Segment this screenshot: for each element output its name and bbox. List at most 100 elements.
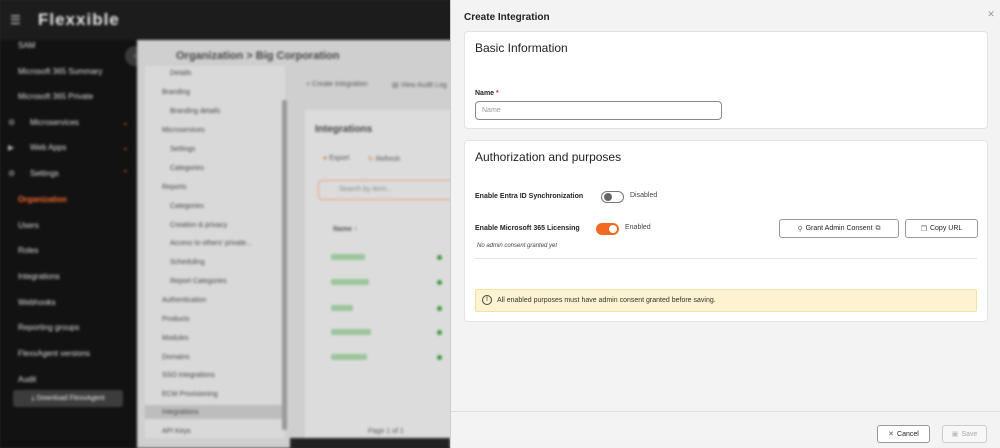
tree-item-integrations[interactable]: Integrations: [162, 409, 199, 416]
breadcrumb: Organization > Big Corporation: [176, 50, 340, 62]
sort-icon: ↑: [354, 226, 358, 233]
hamburger-menu-icon[interactable]: ☰: [10, 13, 21, 27]
tree-item[interactable]: Scheduling: [170, 259, 205, 266]
sidebar-item-microservices[interactable]: Microservices: [30, 118, 79, 127]
chevron-down-icon: ⌄: [122, 118, 129, 127]
basic-information-panel: Basic Information Name *: [464, 31, 988, 129]
settings-icon: ⚙: [8, 169, 16, 178]
save-button[interactable]: ▣ Save: [942, 425, 987, 443]
export-button[interactable]: ● Export: [323, 155, 349, 162]
tree-item[interactable]: Modules: [162, 335, 188, 342]
microservices-icon: ⚙: [8, 118, 16, 127]
chevron-down-icon: ⌄: [122, 143, 129, 152]
refresh-icon: ↻: [368, 156, 376, 163]
close-icon: ✕: [888, 431, 895, 438]
drawer-title: Create Integration: [464, 12, 550, 23]
settings-tree: [145, 66, 285, 438]
toggle-knob: [609, 225, 617, 233]
sidebar-item-webhooks[interactable]: Webhooks: [18, 298, 56, 307]
column-header-name[interactable]: Name ↑: [333, 226, 358, 233]
tree-item[interactable]: Categories: [170, 203, 204, 210]
sidebar-item-integrations[interactable]: Integrations: [18, 272, 60, 281]
sidebar-item[interactable]: Microsoft 365 Summary: [18, 67, 102, 76]
basic-information-heading: Basic Information: [475, 41, 568, 55]
refresh-button[interactable]: ↻ Refresh: [368, 155, 400, 163]
copy-icon: ❐: [920, 225, 927, 233]
footer-bar: [290, 438, 450, 448]
create-integration-button[interactable]: + Create integration: [306, 81, 368, 88]
main-sidebar: SAM Microsoft 365 Summary Microsoft 365 …: [0, 40, 137, 448]
close-icon[interactable]: ✕: [985, 8, 997, 20]
tree-item[interactable]: ECM Provisioning: [162, 391, 218, 398]
tree-scrollbar[interactable]: [282, 100, 287, 430]
divider: [475, 258, 977, 259]
search-input[interactable]: Search by term...: [318, 180, 458, 200]
status-dot: [437, 330, 442, 335]
consent-status-hint: No admin consent granted yet: [477, 243, 558, 249]
entra-sync-label: Enable Entra ID Synchronization: [475, 193, 584, 200]
m365-licensing-toggle[interactable]: [596, 223, 619, 235]
sidebar-item-roles[interactable]: Roles: [18, 246, 38, 255]
tree-item[interactable]: Authentication: [162, 297, 206, 304]
grant-admin-consent-button[interactable]: ⚲ Grant Admin Consent ⧉: [779, 219, 899, 238]
entra-sync-toggle[interactable]: [601, 191, 624, 203]
external-link-icon: ⧉: [875, 224, 881, 232]
tree-item[interactable]: Products: [162, 316, 190, 323]
table-row[interactable]: [331, 279, 369, 285]
required-mark: *: [496, 90, 499, 97]
document-icon: ▤: [392, 82, 401, 89]
table-row[interactable]: [331, 354, 367, 360]
copy-url-button[interactable]: ❐ Copy URL: [905, 219, 978, 238]
consent-warning-alert: ! All enabled purposes must have admin c…: [475, 289, 977, 312]
tree-item[interactable]: Creation & privacy: [170, 222, 227, 229]
key-icon: ⚲: [797, 225, 803, 233]
tree-item[interactable]: Categories: [170, 165, 204, 172]
table-row[interactable]: [331, 254, 365, 260]
app-logo: Flexxible: [38, 10, 120, 29]
download-icon: ⤓: [31, 395, 35, 402]
tree-item[interactable]: Report Categories: [170, 278, 227, 285]
chevron-up-icon: ⌃: [122, 169, 129, 178]
download-flexxagent-button[interactable]: ⤓ Download FlexxAgent: [13, 390, 123, 407]
tree-item[interactable]: Reports: [162, 184, 187, 191]
tree-item[interactable]: Microservices: [162, 127, 205, 134]
info-icon: !: [482, 295, 492, 305]
web-apps-icon: ▶: [8, 143, 15, 152]
sidebar-item-flexxagent-versions[interactable]: FlexxAgent versions: [18, 349, 90, 358]
sidebar-item-organization[interactable]: Organization: [18, 195, 67, 204]
authorization-heading: Authorization and purposes: [475, 150, 622, 164]
sidebar-item-users[interactable]: Users: [18, 221, 39, 230]
name-input[interactable]: [475, 101, 722, 120]
sidebar-item-web-apps[interactable]: Web Apps: [30, 143, 66, 152]
tree-item[interactable]: Domains: [162, 354, 190, 361]
sidebar-item-reporting-groups[interactable]: Reporting groups: [18, 323, 79, 332]
name-label: Name *: [475, 90, 499, 97]
sidebar-item-audit[interactable]: Audit: [18, 375, 36, 384]
sidebar-item-settings[interactable]: Settings: [30, 169, 59, 178]
tree-item[interactable]: Branding: [162, 89, 190, 96]
tree-item[interactable]: Access to others' private...: [170, 240, 252, 247]
sidebar-item[interactable]: SAM: [18, 41, 35, 50]
entra-sync-state: Disabled: [630, 192, 658, 199]
tree-item[interactable]: SSO integrations: [162, 372, 215, 379]
view-audit-log-button[interactable]: ▤ View Audit Log: [392, 81, 447, 89]
table-row[interactable]: [331, 329, 371, 335]
status-dot: [437, 255, 442, 260]
status-dot: [437, 355, 442, 360]
authorization-panel: Authorization and purposes Enable Entra …: [464, 140, 988, 322]
tree-item[interactable]: Branding details: [170, 108, 220, 115]
sidebar-item[interactable]: Microsoft 365 Private: [18, 92, 93, 101]
table-row[interactable]: [331, 305, 353, 311]
pagination: Page 1 of 1: [368, 428, 404, 435]
status-dot: [437, 280, 442, 285]
tree-item[interactable]: Details: [170, 70, 191, 77]
create-integration-drawer: Create Integration ✕ Basic Information N…: [450, 0, 1000, 448]
status-dot: [437, 306, 442, 311]
cancel-button[interactable]: ✕ Cancel: [877, 425, 930, 443]
drawer-footer: ✕ Cancel ▣ Save: [451, 411, 1000, 448]
tree-item[interactable]: Settings: [170, 146, 195, 153]
tree-item[interactable]: API Keys: [162, 428, 191, 435]
m365-licensing-label: Enable Microsoft 365 Licensing: [475, 225, 580, 232]
alert-message: All enabled purposes must have admin con…: [497, 297, 716, 304]
save-icon: ▣: [951, 431, 959, 438]
